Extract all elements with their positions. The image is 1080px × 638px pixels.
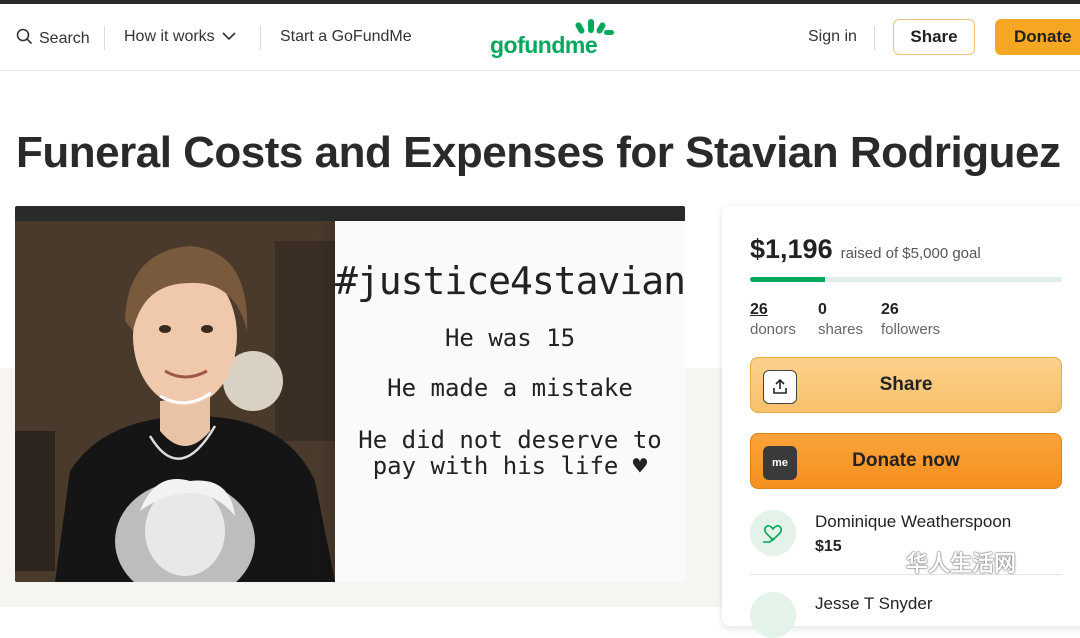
stat-followers: 26 followers bbox=[881, 301, 940, 338]
stat-shares-value: 0 bbox=[818, 301, 827, 318]
wechat-watermark: 华人生活网 bbox=[862, 545, 1016, 578]
start-gofundme-link[interactable]: Start a GoFundMe bbox=[280, 28, 412, 46]
how-it-works-menu[interactable]: How it works bbox=[124, 28, 237, 46]
progress-fill bbox=[750, 277, 825, 282]
search-link[interactable]: Search bbox=[16, 28, 90, 50]
stat-donors-label: donors bbox=[750, 321, 796, 338]
share-button[interactable]: Share bbox=[750, 357, 1062, 413]
gofundme-badge-text: me bbox=[772, 457, 788, 469]
campaign-title: Funeral Costs and Expenses for Stavian R… bbox=[16, 128, 1061, 177]
stat-followers-value: 26 bbox=[881, 301, 899, 318]
card-line-1: He was 15 bbox=[444, 324, 576, 352]
donate-now-button[interactable]: me Donate now bbox=[750, 433, 1062, 489]
search-label: Search bbox=[39, 30, 90, 47]
donor-amount: $15 bbox=[815, 538, 842, 555]
nav-divider bbox=[874, 26, 875, 50]
search-icon bbox=[16, 28, 33, 50]
how-it-works-label: How it works bbox=[124, 28, 215, 45]
stat-donors-value: 26 bbox=[750, 301, 768, 318]
donate-now-label: Donate now bbox=[852, 450, 960, 471]
nav-divider bbox=[104, 26, 105, 50]
stat-shares-label: shares bbox=[818, 321, 864, 338]
progress-bar bbox=[750, 277, 1062, 282]
gofundme-badge-icon: me bbox=[763, 446, 797, 480]
stat-donors[interactable]: 26 donors bbox=[750, 301, 796, 338]
campaign-hero-image[interactable]: #justice4stavian He was 15 He made a mis… bbox=[15, 206, 685, 582]
hashtag-text: #justice4stavian bbox=[335, 259, 685, 303]
portrait-photo bbox=[15, 221, 335, 582]
message-card: #justice4stavian He was 15 He made a mis… bbox=[335, 221, 685, 582]
chevron-down-icon bbox=[221, 28, 237, 46]
stat-followers-label: followers bbox=[881, 321, 941, 338]
donor-name: Dominique Weatherspoon bbox=[815, 512, 1012, 531]
raised-amount: $1,196 bbox=[750, 234, 833, 264]
card-line-4: pay with his life ♥ bbox=[372, 452, 648, 480]
header-donate-button[interactable]: Donate bbox=[995, 19, 1080, 55]
share-button-label: Share bbox=[879, 374, 933, 395]
logo-text: gofundme bbox=[490, 32, 598, 58]
site-header: Search How it works Start a GoFundMe gof… bbox=[0, 4, 1080, 71]
nav-divider bbox=[260, 26, 261, 50]
start-gofundme-label: Start a GoFundMe bbox=[280, 28, 412, 45]
gofundme-logo[interactable]: gofundme bbox=[490, 18, 620, 62]
donor-heart-hand-icon bbox=[750, 592, 796, 638]
card-line-2: He made a mistake bbox=[387, 374, 633, 402]
watermark-text: 华人生活网 bbox=[906, 550, 1017, 576]
card-line-3: He did not deserve to bbox=[358, 426, 662, 454]
donor-heart-hand-icon bbox=[750, 510, 796, 556]
hero-top-bar bbox=[15, 206, 685, 221]
sign-in-link[interactable]: Sign in bbox=[808, 28, 857, 46]
donor-name: Jesse T Snyder bbox=[815, 594, 933, 613]
sign-in-label: Sign in bbox=[808, 28, 857, 45]
raised-summary: $1,196 raised of $5,000 goal bbox=[750, 234, 981, 265]
header-share-button[interactable]: Share bbox=[893, 19, 975, 55]
wechat-icon bbox=[862, 545, 898, 578]
stat-shares: 0 shares bbox=[818, 301, 863, 338]
upload-share-icon bbox=[763, 370, 797, 404]
raised-goal: raised of $5,000 goal bbox=[840, 245, 981, 262]
